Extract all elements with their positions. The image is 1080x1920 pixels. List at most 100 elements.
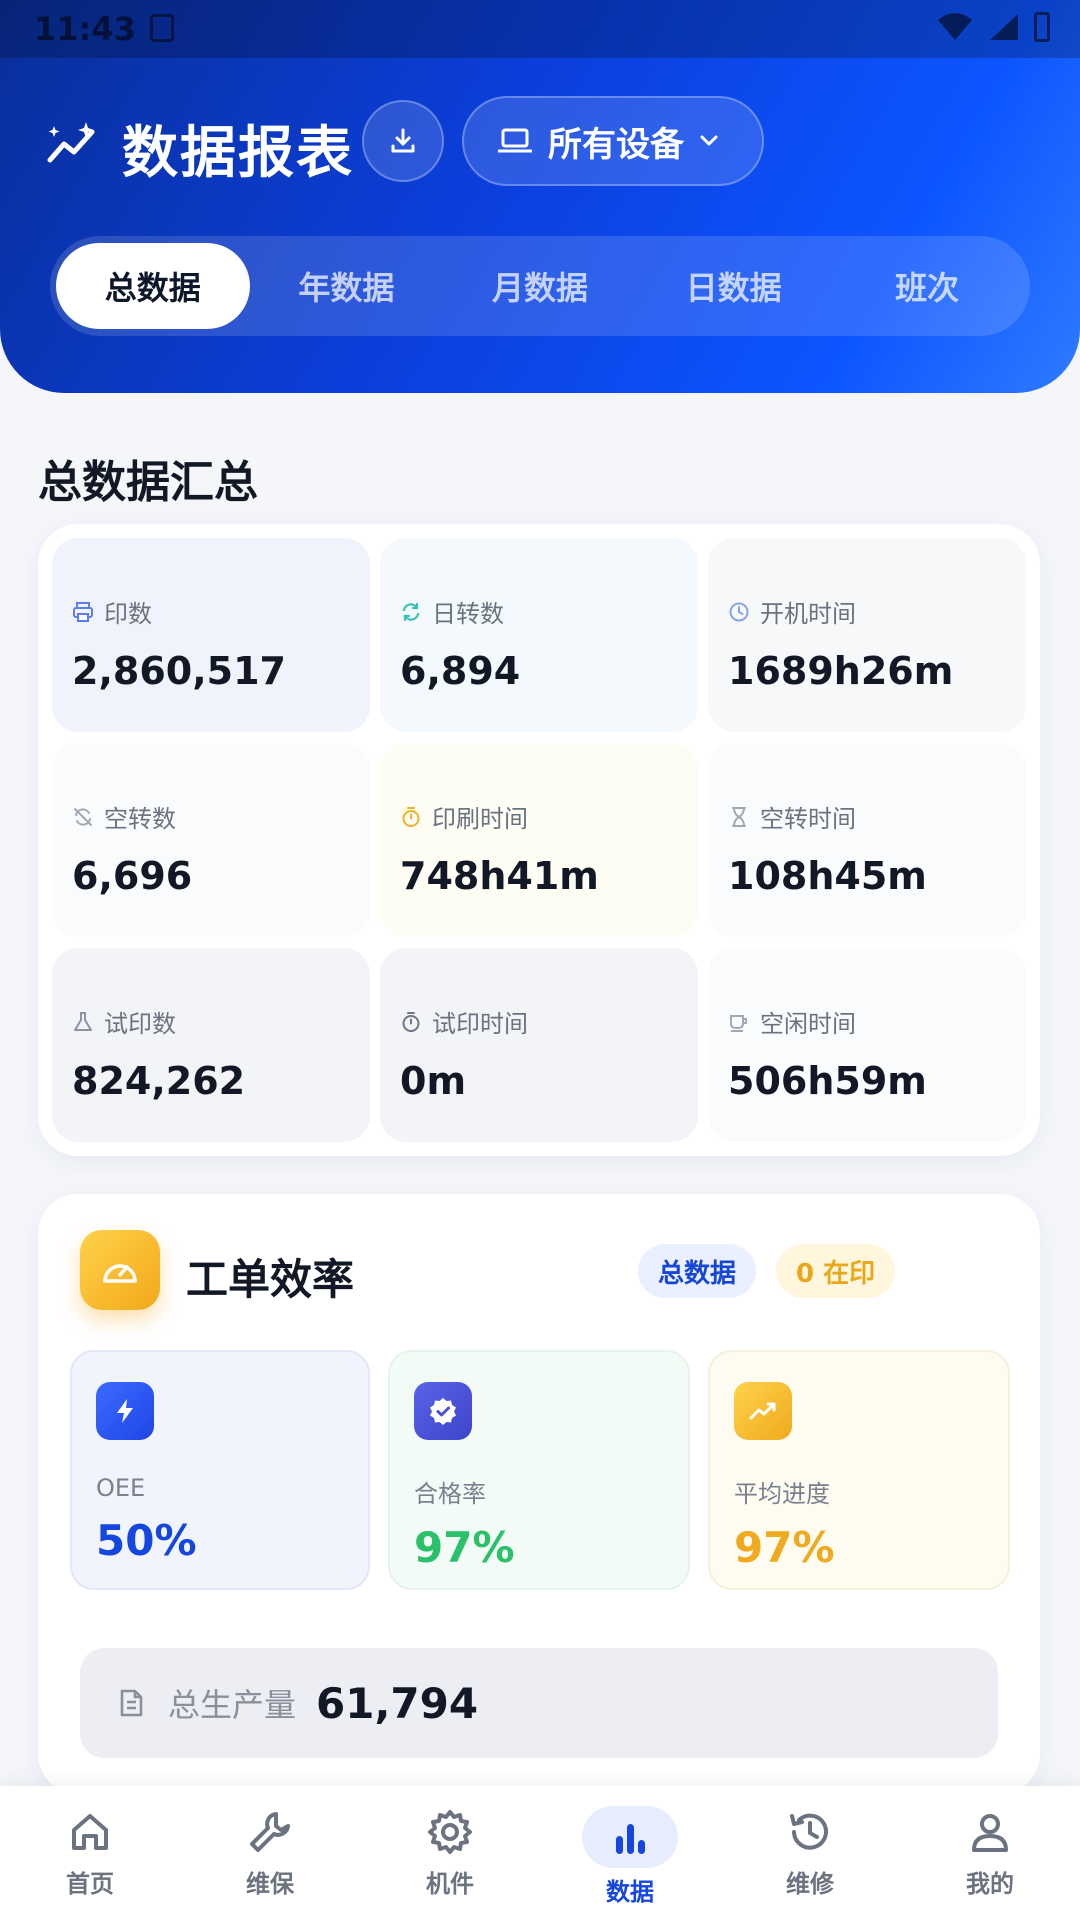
stat-label: 日转数 — [432, 600, 504, 628]
status-bar: 11:43 — [0, 0, 1080, 58]
nav-label: 首页 — [66, 1870, 114, 1898]
status-time: 11:43 — [34, 10, 136, 48]
stat-label: 空转时间 — [760, 805, 856, 833]
device-select[interactable]: 所有设备 — [462, 96, 764, 186]
stat-idle-rotation: 空转数 6,696 — [52, 743, 370, 937]
cellular-signal-icon — [990, 14, 1018, 40]
wifi-icon — [938, 13, 972, 40]
tab-day[interactable]: 日数据 — [637, 243, 831, 329]
summary-grid: 印数 2,860,517 日转数 6,894 开机时间 1689h26m 空转数… — [52, 538, 1026, 1142]
nav-repair[interactable]: 维修 — [720, 1786, 900, 1920]
page-title: 数据报表 — [122, 121, 354, 186]
flask-icon — [74, 1011, 92, 1031]
stat-trial-print-time: 试印时间 0m — [380, 948, 698, 1142]
verified-badge-icon — [414, 1382, 472, 1440]
stat-value: 2,860,517 — [72, 649, 286, 693]
download-icon — [391, 128, 415, 153]
user-icon — [972, 1814, 1008, 1852]
total-production: 总生产量 61,794 — [80, 1648, 998, 1758]
tab-year[interactable]: 年数据 — [250, 243, 444, 329]
trending-up-icon — [734, 1382, 792, 1440]
stat-trial-print-count: 试印数 824,262 — [52, 948, 370, 1142]
printing-count-badge: 0 在印 — [776, 1244, 896, 1298]
metric-average-progress: 平均进度 97% — [708, 1350, 1010, 1590]
bar-chart-icon — [616, 1824, 645, 1854]
stat-print-time: 印刷时间 748h41m — [380, 743, 698, 937]
coffee-icon — [730, 1014, 747, 1032]
summary-title: 总数据汇总 — [38, 457, 258, 508]
stat-label: 空闲时间 — [760, 1010, 856, 1038]
analytics-sparkle-icon — [47, 122, 95, 163]
status-icons — [936, 12, 1050, 42]
clock-icon — [729, 602, 749, 621]
history-icon — [790, 1813, 828, 1850]
nav-profile[interactable]: 我的 — [900, 1786, 1080, 1920]
home-icon — [72, 1814, 108, 1850]
tab-month[interactable]: 月数据 — [443, 243, 637, 329]
battery-icon — [1034, 12, 1050, 42]
metric-label: OEE — [96, 1474, 146, 1502]
metric-value: 50% — [96, 1516, 197, 1565]
stat-label: 开机时间 — [760, 600, 856, 628]
period-tabs: 总数据 年数据 月数据 日数据 班次 — [50, 236, 1030, 336]
stat-value: 748h41m — [400, 854, 599, 898]
gauge-icon — [80, 1230, 160, 1310]
nav-label: 数据 — [606, 1878, 654, 1906]
printer-icon — [73, 601, 93, 622]
nav-home[interactable]: 首页 — [0, 1786, 180, 1920]
stat-value: 506h59m — [728, 1059, 927, 1103]
stopwatch-icon — [402, 1011, 420, 1032]
metric-value: 97% — [734, 1523, 835, 1572]
total-production-label: 总生产量 — [168, 1686, 297, 1724]
nav-label: 我的 — [966, 1870, 1014, 1898]
summary-card: 印数 2,860,517 日转数 6,894 开机时间 1689h26m 空转数… — [38, 524, 1040, 1156]
refresh-off-icon — [74, 807, 92, 826]
nav-label: 维保 — [246, 1870, 294, 1898]
stat-label: 试印时间 — [432, 1010, 528, 1038]
total-production-value: 61,794 — [316, 1678, 479, 1728]
download-button[interactable] — [362, 100, 444, 182]
stat-label: 试印数 — [104, 1010, 176, 1038]
nav-parts[interactable]: 机件 — [360, 1786, 540, 1920]
stat-daily-rotation: 日转数 6,894 — [380, 538, 698, 732]
stat-idle-rotation-time: 空转时间 108h45m — [708, 743, 1026, 937]
wrench-icon — [250, 1812, 290, 1852]
stat-label: 空转数 — [104, 805, 176, 833]
tab-shift[interactable]: 班次 — [830, 243, 1024, 329]
document-icon — [120, 1689, 143, 1717]
stat-value: 6,696 — [72, 854, 193, 898]
tab-total[interactable]: 总数据 — [56, 243, 250, 329]
stat-value: 0m — [400, 1059, 467, 1103]
scope-badge: 总数据 — [638, 1244, 757, 1298]
stat-value: 824,262 — [72, 1059, 246, 1103]
lightning-icon — [96, 1382, 154, 1440]
stat-value: 1689h26m — [728, 649, 954, 693]
chevron-down-icon — [700, 135, 718, 146]
efficiency-title: 工单效率 — [186, 1255, 355, 1304]
stat-label: 印数 — [104, 600, 152, 628]
nav-label: 维修 — [786, 1870, 834, 1898]
stat-value: 108h45m — [728, 854, 927, 898]
nav-maintenance[interactable]: 维保 — [180, 1786, 360, 1920]
nav-data[interactable]: 数据 — [540, 1786, 720, 1920]
stat-print-count: 印数 2,860,517 — [52, 538, 370, 732]
hourglass-icon — [732, 806, 746, 827]
metric-oee: OEE 50% — [70, 1350, 370, 1590]
title-row: 数据报表 所有设备 — [46, 96, 1046, 190]
nav-label: 机件 — [426, 1870, 474, 1898]
work-order-efficiency-card: 工单效率 总数据 0 在印 OEE 50% 合格率 97% 平均进度 97% 总… — [38, 1194, 1040, 1794]
metric-value: 97% — [414, 1523, 515, 1572]
bottom-nav: 首页 维保 机件 数据 维修 我的 — [0, 1786, 1080, 1920]
metric-pass-rate: 合格率 97% — [388, 1350, 690, 1590]
metric-label: 合格率 — [414, 1480, 486, 1508]
metric-label: 平均进度 — [734, 1480, 830, 1508]
refresh-icon — [402, 602, 420, 621]
stat-power-on-time: 开机时间 1689h26m — [708, 538, 1026, 732]
stat-value: 6,894 — [400, 649, 521, 693]
header: 11:43 数据报表 所有设备 总数据 年数据 月数据 日数据 班次 — [0, 0, 1080, 393]
stat-idle-time: 空闲时间 506h59m — [708, 948, 1026, 1142]
gear-icon — [428, 1810, 472, 1854]
timer-icon — [402, 806, 420, 827]
stat-label: 印刷时间 — [432, 805, 528, 833]
device-select-label: 所有设备 — [548, 124, 684, 165]
